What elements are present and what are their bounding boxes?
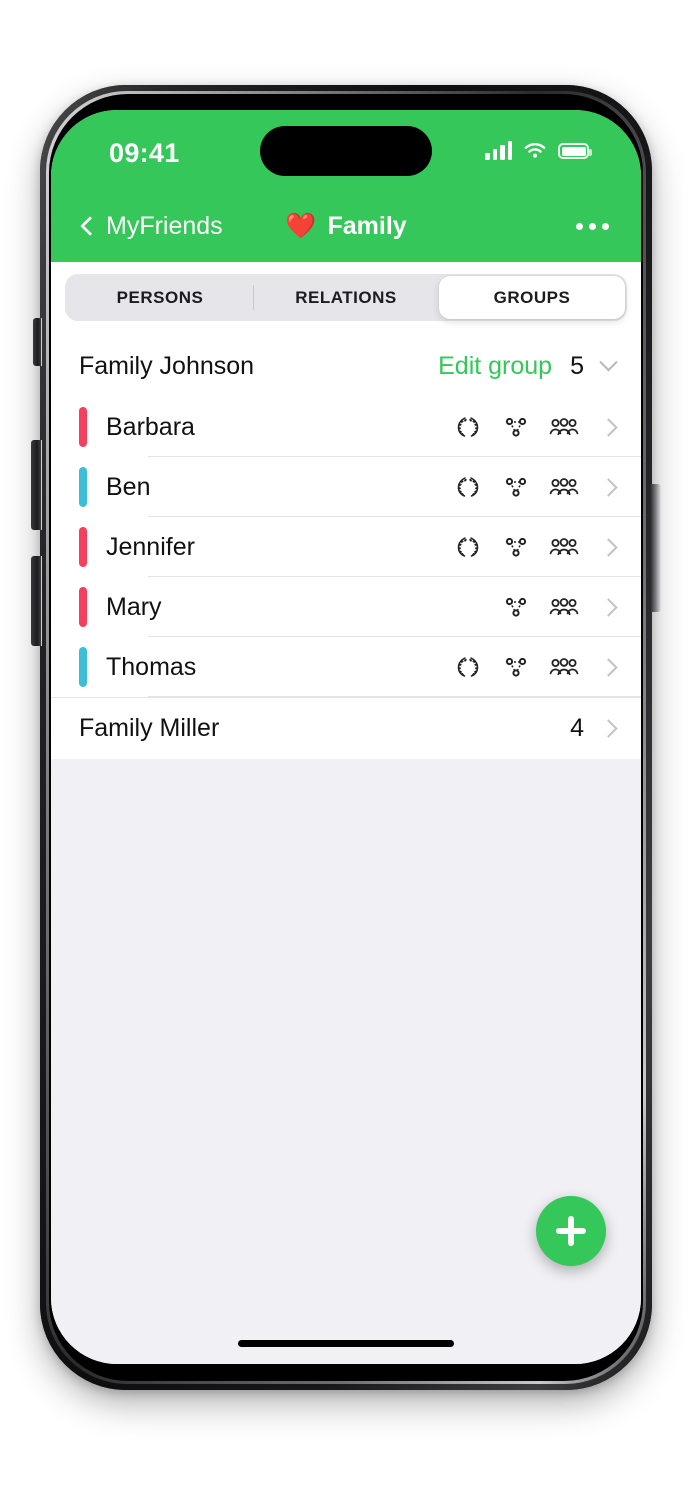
group-name: Family Miller: [79, 713, 220, 742]
ellipsis-icon: [576, 222, 583, 230]
chevron-right-icon[interactable]: [599, 597, 618, 617]
row-icons: [452, 532, 618, 562]
back-button[interactable]: MyFriends: [80, 211, 223, 241]
screenshot-stage: 09:41 MyFriends ❤️ Family PERSONS RELATI…: [0, 0, 692, 1500]
relations-graph-icon[interactable]: [500, 412, 532, 442]
list-item[interactable]: Ben: [51, 457, 641, 517]
chevron-right-icon[interactable]: [599, 718, 618, 738]
relations-graph-icon[interactable]: [500, 532, 532, 562]
row-icons: [452, 652, 618, 682]
person-name: Ben: [106, 472, 151, 501]
status-bar: 09:41: [51, 110, 641, 190]
power-button[interactable]: [650, 484, 661, 612]
chevron-down-icon[interactable]: [599, 352, 618, 371]
list-item[interactable]: Mary: [51, 577, 641, 637]
gender-color-bar: [79, 467, 87, 507]
laurel-wreath-icon[interactable]: [452, 472, 484, 502]
chevron-left-icon: [80, 216, 100, 236]
list-item[interactable]: Barbara: [51, 397, 641, 457]
people-group-icon[interactable]: [548, 532, 580, 562]
row-icons: [452, 412, 618, 442]
person-name: Mary: [106, 592, 162, 621]
people-group-icon[interactable]: [548, 472, 580, 502]
row-icons: [452, 472, 618, 502]
heart-emoji-icon: ❤️: [285, 211, 317, 240]
chevron-right-icon[interactable]: [599, 477, 618, 497]
laurel-wreath-icon[interactable]: [452, 532, 484, 562]
chevron-right-icon[interactable]: [599, 417, 618, 437]
gender-color-bar: [79, 407, 87, 447]
group-member-count: 5: [570, 351, 584, 380]
row-separator: [51, 697, 641, 698]
chevron-right-icon[interactable]: [599, 537, 618, 557]
tab-persons[interactable]: PERSONS: [67, 276, 253, 319]
person-name: Thomas: [106, 652, 197, 681]
page-title: ❤️ Family: [285, 212, 406, 241]
edit-group-button[interactable]: Edit group: [438, 352, 552, 381]
segmented-control: PERSONS RELATIONS GROUPS: [65, 274, 627, 321]
group-member-count: 4: [570, 713, 584, 742]
relations-graph-icon[interactable]: [500, 472, 532, 502]
add-button[interactable]: [536, 1196, 606, 1266]
volume-down-button[interactable]: [31, 556, 42, 646]
content-background: [51, 759, 641, 1364]
page-title-label: Family: [327, 211, 407, 240]
tab-relations[interactable]: RELATIONS: [253, 276, 439, 319]
phone-screen: 09:41 MyFriends ❤️ Family PERSONS RELATI…: [51, 110, 641, 1364]
chevron-right-icon[interactable]: [599, 657, 618, 677]
back-button-label: MyFriends: [106, 211, 223, 240]
group-name: Family Johnson: [79, 351, 255, 380]
status-clock: 09:41: [109, 138, 180, 168]
group-header-family-miller[interactable]: Family Miller 4: [51, 697, 641, 759]
home-indicator[interactable]: [238, 1340, 454, 1347]
tab-bar: PERSONS RELATIONS GROUPS: [51, 262, 641, 335]
groups-list: Family Johnson Edit group 5 Barbara Ben …: [51, 335, 641, 759]
relations-graph-icon[interactable]: [500, 652, 532, 682]
status-indicators: [485, 141, 592, 160]
more-options-button[interactable]: [576, 215, 609, 238]
laurel-wreath-icon[interactable]: [452, 652, 484, 682]
gender-color-bar: [79, 587, 87, 627]
group-header-family-johnson[interactable]: Family Johnson Edit group 5: [51, 335, 641, 397]
person-name: Barbara: [106, 412, 195, 441]
people-group-icon[interactable]: [548, 652, 580, 682]
battery-icon: [558, 143, 592, 159]
dynamic-island: [260, 126, 432, 176]
gender-color-bar: [79, 647, 87, 687]
nav-bar: MyFriends ❤️ Family: [51, 190, 641, 262]
person-name: Jennifer: [106, 532, 195, 561]
list-item[interactable]: Thomas: [51, 637, 641, 697]
list-item[interactable]: Jennifer: [51, 517, 641, 577]
laurel-wreath-icon[interactable]: [452, 412, 484, 442]
cellular-bars-icon: [485, 141, 512, 160]
wifi-icon: [524, 143, 546, 158]
people-group-icon[interactable]: [548, 412, 580, 442]
mute-switch-button[interactable]: [33, 318, 42, 366]
row-icons: [500, 592, 618, 622]
people-group-icon[interactable]: [548, 592, 580, 622]
tab-groups[interactable]: GROUPS: [439, 276, 625, 319]
relations-graph-icon[interactable]: [500, 592, 532, 622]
gender-color-bar: [79, 527, 87, 567]
volume-up-button[interactable]: [31, 440, 42, 530]
